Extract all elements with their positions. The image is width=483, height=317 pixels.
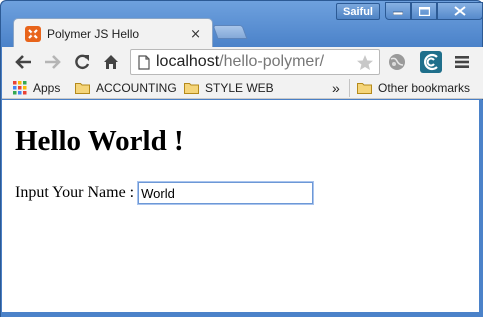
- menu-button[interactable]: [452, 52, 472, 72]
- page-icon: [138, 54, 150, 70]
- folder-icon: [184, 83, 199, 94]
- extension-button[interactable]: [420, 51, 442, 73]
- extension-swirl-icon: [424, 53, 438, 71]
- minimize-icon: [393, 11, 403, 15]
- back-button[interactable]: [13, 52, 33, 72]
- tab-title: Polymer JS Hello: [47, 27, 140, 41]
- maximize-icon: [418, 6, 430, 16]
- name-input-label: Input Your Name :: [15, 184, 135, 201]
- bookmark-folder-accounting[interactable]: ACCOUNTING: [75, 80, 177, 96]
- bookmarks-overflow-button[interactable]: »: [332, 80, 340, 96]
- apps-shortcut[interactable]: Apps: [13, 80, 60, 96]
- reload-button[interactable]: [72, 52, 92, 72]
- folder-icon: [357, 83, 372, 94]
- maximize-button[interactable]: [411, 2, 437, 20]
- bookmark-label: STYLE WEB: [205, 81, 274, 95]
- bookmark-folder-style-web[interactable]: STYLE WEB: [184, 80, 274, 96]
- bookmark-label: ACCOUNTING: [96, 81, 177, 95]
- tab-close-icon[interactable]: ×: [190, 27, 201, 42]
- user-profile-badge[interactable]: Saiful: [336, 3, 380, 20]
- toolbar: localhost/hello-polymer/: [2, 47, 483, 77]
- url-host: localhost: [156, 53, 220, 70]
- name-input[interactable]: [137, 181, 315, 205]
- home-button[interactable]: [101, 52, 121, 72]
- back-arrow-icon: [15, 55, 31, 69]
- other-bookmarks-folder[interactable]: Other bookmarks: [357, 80, 470, 96]
- home-icon: [104, 55, 118, 69]
- close-window-button[interactable]: [437, 2, 483, 20]
- bookmarks-divider: [349, 79, 350, 97]
- window-bottom-border: [1, 312, 483, 317]
- address-bar[interactable]: localhost/hello-polymer/: [130, 49, 380, 75]
- page-content: Hello World ! Input Your Name :: [2, 100, 479, 312]
- browser-tab[interactable]: Polymer JS Hello ×: [15, 21, 211, 47]
- reload-icon: [75, 54, 90, 70]
- browser-window: Saiful Polymer JS Hello × localhost /hel…: [0, 0, 483, 317]
- apps-grid-icon: [13, 81, 27, 95]
- forward-arrow-icon: [45, 55, 61, 69]
- window-right-border: [479, 100, 483, 312]
- globe-icon: [389, 54, 405, 70]
- minimize-button[interactable]: [385, 2, 411, 20]
- name-form-row: Input Your Name :: [15, 181, 315, 205]
- url-path: /hello-polymer/: [219, 53, 325, 70]
- new-tab-button[interactable]: [212, 25, 248, 39]
- window-controls: [385, 2, 483, 21]
- bookmark-star-icon[interactable]: [356, 54, 374, 71]
- bookmarks-bar: Apps ACCOUNTING STYLE WEB » Other bookma…: [2, 77, 483, 99]
- page-heading: Hello World !: [15, 125, 184, 157]
- folder-icon: [75, 83, 90, 94]
- xampp-icon: [25, 26, 41, 42]
- user-name: Saiful: [343, 5, 373, 18]
- globe-extension-button[interactable]: [387, 52, 407, 72]
- apps-label: Apps: [33, 81, 61, 95]
- other-bookmarks-label: Other bookmarks: [378, 81, 471, 95]
- hamburger-menu-icon: [455, 56, 469, 68]
- overflow-chevron-icon: »: [332, 80, 340, 96]
- close-icon: [454, 6, 466, 16]
- forward-button[interactable]: [43, 52, 63, 72]
